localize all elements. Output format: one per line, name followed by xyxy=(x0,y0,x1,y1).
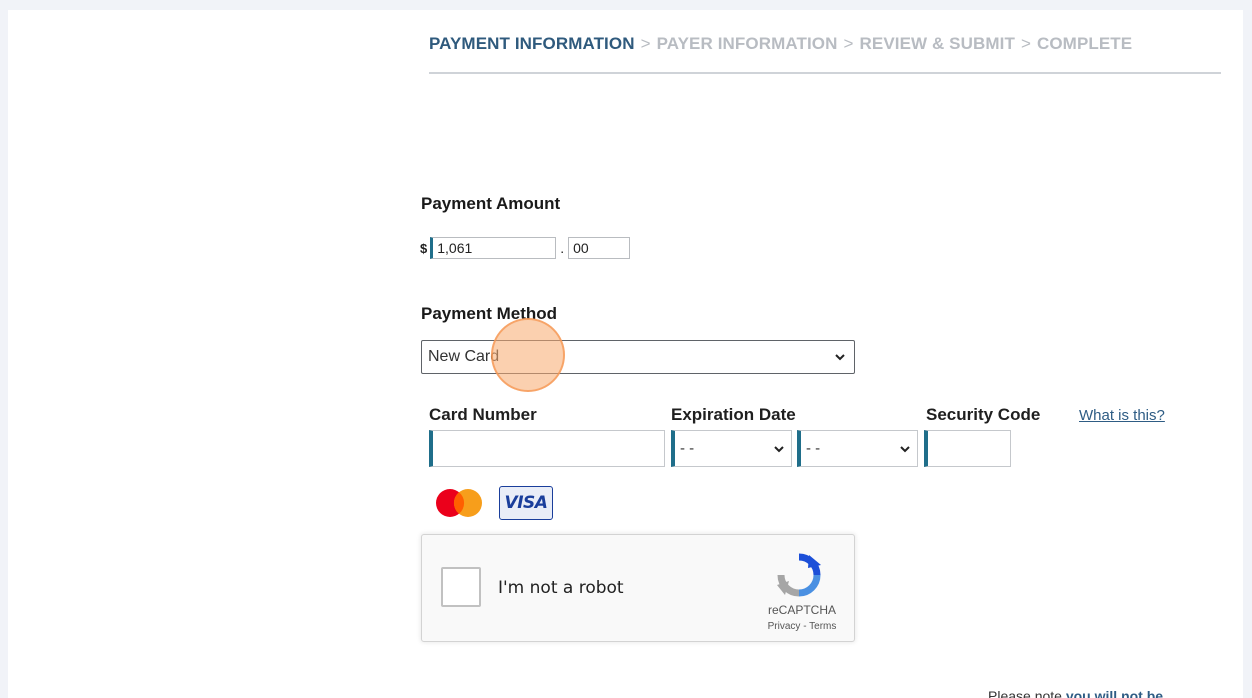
step-separator: > xyxy=(843,34,854,53)
recaptcha-links: Privacy - Terms xyxy=(762,621,842,632)
amount-dollars-input[interactable]: 1,061 xyxy=(430,237,557,259)
expiration-year-select[interactable]: - - xyxy=(797,430,918,467)
checkout-breadcrumb: PAYMENT INFORMATION > PAYER INFORMATION > RE… xyxy=(429,34,1221,74)
payment-method-select[interactable]: New Card xyxy=(421,340,855,374)
security-code-label: Security Code xyxy=(926,405,1041,424)
step-separator: > xyxy=(1020,34,1031,53)
payment-note: Please note you will not be xyxy=(988,688,1163,698)
expiration-year-value: - - xyxy=(806,440,821,457)
recaptcha-label: I'm not a robot xyxy=(498,578,624,598)
step-review-submit: REVIEW & SUBMIT xyxy=(859,34,1015,53)
recaptcha-privacy-link[interactable]: Privacy xyxy=(768,621,801,632)
payment-note-prefix: Please note xyxy=(988,688,1066,698)
visa-icon: VISA xyxy=(499,486,553,520)
recaptcha-links-separator: - xyxy=(800,621,810,632)
what-is-this-link[interactable]: What is this? xyxy=(1079,407,1165,424)
expiration-month-value: - - xyxy=(680,440,695,457)
amount-dollars-value: 1,061 xyxy=(437,240,473,256)
payment-method-heading: Payment Method xyxy=(421,304,558,323)
step-payment-information: PAYMENT INFORMATION xyxy=(429,34,635,53)
chevron-down-icon xyxy=(900,445,910,452)
recaptcha-logo-icon xyxy=(777,553,821,597)
currency-symbol: $ xyxy=(420,240,428,256)
recaptcha-brand: reCAPTCHA xyxy=(767,603,836,617)
mastercard-icon xyxy=(436,489,482,517)
amount-cents-value: 00 xyxy=(573,240,589,256)
card-number-input[interactable] xyxy=(429,430,665,467)
expiration-month-select[interactable]: - - xyxy=(671,430,792,467)
amount-cents-input[interactable]: 00 xyxy=(568,237,631,259)
security-code-input[interactable] xyxy=(924,430,1011,467)
step-complete: COMPLETE xyxy=(1036,34,1133,53)
recaptcha-checkbox[interactable] xyxy=(441,567,481,607)
payment-amount-row: $ 1,061 . 00 xyxy=(420,236,631,260)
payment-note-emphasis: you will not be xyxy=(1065,688,1164,698)
chevron-down-icon xyxy=(835,354,845,361)
payment-page: PAYMENT INFORMATION > PAYER INFORMATION > RE… xyxy=(8,10,1243,698)
card-number-label: Card Number xyxy=(429,405,537,424)
recaptcha-widget: I'm not a robot reCAPTCHA Privacy - Term… xyxy=(421,534,855,642)
recaptcha-terms-link[interactable]: Terms xyxy=(809,621,836,632)
visa-logo-text: VISA xyxy=(504,493,548,513)
chevron-down-icon xyxy=(774,445,784,452)
payment-amount-heading: Payment Amount xyxy=(421,194,561,213)
decimal-separator: . xyxy=(560,240,565,256)
step-payer-information: PAYER INFORMATION xyxy=(656,34,838,53)
payment-method-selected: New Card xyxy=(428,348,500,365)
step-separator: > xyxy=(640,34,651,53)
expiration-date-label: Expiration Date xyxy=(671,405,796,424)
